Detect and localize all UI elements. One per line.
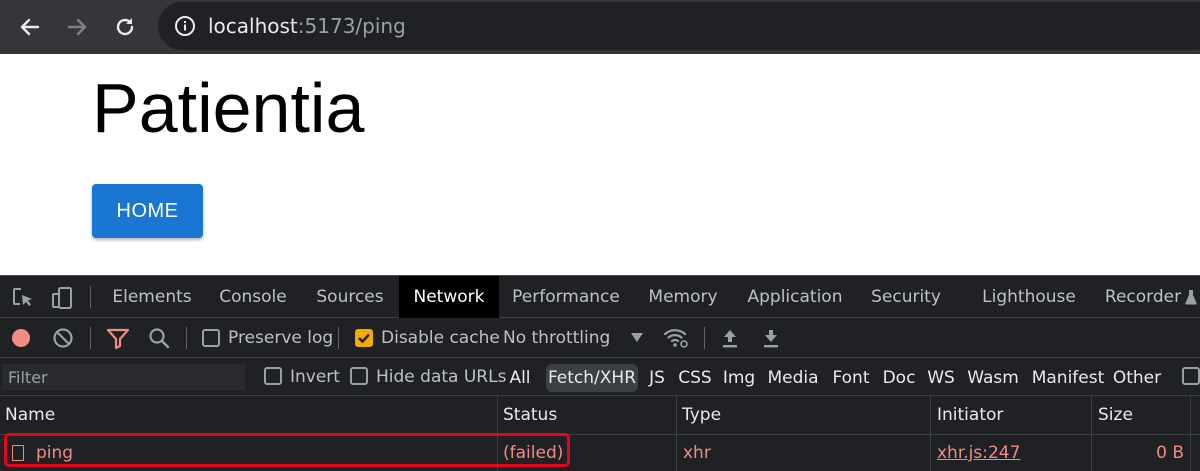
hide-data-urls-label: Hide data URLs [376,367,507,387]
invert-label: Invert [290,367,340,387]
toolbar-separator [338,327,339,349]
blocked-requests-checkbox[interactable] [1182,367,1200,385]
url-host: localhost [208,14,298,38]
browser-toolbar: localhost:5173/ping [0,0,1200,54]
type-filter-doc[interactable]: Doc [880,364,918,392]
request-type: xhr [683,443,711,463]
type-filter-all[interactable]: All [503,364,537,392]
table-row[interactable]: ping (failed) xhr xhr.js:247 0 B [0,435,1200,471]
page-viewport: Patientia HOME [0,54,1200,275]
tab-memory[interactable]: Memory [640,276,726,318]
type-filter-wasm[interactable]: Wasm [964,364,1022,392]
search-icon[interactable] [148,327,170,349]
network-conditions-icon[interactable] [663,326,689,350]
flask-icon [1185,290,1197,305]
request-size: 0 B [1156,443,1184,463]
column-type[interactable]: Type [677,396,721,435]
tab-network[interactable]: Network [399,276,499,318]
clear-icon[interactable] [52,327,74,349]
preserve-log-label: Preserve log [228,328,334,348]
toolbar-separator [90,327,91,349]
requests-table-header: Name Status Type Initiator Size [0,396,1200,435]
address-bar[interactable]: localhost:5173/ping [158,2,1200,50]
devtools-panel: Elements Console Sources Network Perform… [0,275,1200,471]
filter-input[interactable] [2,364,245,390]
tab-recorder[interactable]: Recorder [1095,276,1191,318]
forward-arrow-icon[interactable] [58,8,96,46]
invert-checkbox[interactable] [264,367,282,385]
disable-cache-checkbox[interactable] [355,329,373,347]
home-button[interactable]: HOME [92,184,203,238]
request-status: (failed) [503,443,564,463]
type-filter-font[interactable]: Font [828,364,874,392]
tab-sources[interactable]: Sources [308,276,392,318]
back-arrow-icon[interactable] [11,8,49,46]
type-filter-img[interactable]: Img [720,364,758,392]
column-size[interactable]: Size [1093,396,1133,435]
type-filter-js[interactable]: JS [644,364,670,392]
url-text: localhost:5173/ping [208,14,406,38]
devtools-tabbar: Elements Console Sources Network Perform… [0,276,1200,318]
preserve-log-checkbox[interactable] [202,329,220,347]
tab-elements[interactable]: Elements [106,276,198,318]
column-status[interactable]: Status [498,396,557,435]
type-filter-ws[interactable]: WS [924,364,958,392]
toolbar-separator [704,327,705,349]
type-filter-fetch-xhr[interactable]: Fetch/XHR [546,364,638,392]
request-initiator-link[interactable]: xhr.js:247 [937,435,1020,471]
document-icon [12,445,24,461]
tab-lighthouse[interactable]: Lighthouse [974,276,1084,318]
page-title: Patientia [92,69,365,147]
type-filter-manifest[interactable]: Manifest [1029,364,1107,392]
tab-console[interactable]: Console [210,276,296,318]
network-filter-bar: Invert Hide data URLs All Fetch/XHR JS C… [0,358,1200,396]
tabbar-separator [90,286,91,308]
info-icon[interactable] [174,15,196,37]
type-filter-css[interactable]: CSS [676,364,714,392]
import-har-icon[interactable] [720,327,740,349]
disable-cache-label: Disable cache [381,328,500,348]
checkmark-icon [358,333,370,344]
filter-icon[interactable] [106,327,130,349]
throttling-select[interactable]: No throttling [503,327,610,349]
tab-performance[interactable]: Performance [506,276,626,318]
reload-icon[interactable] [106,8,144,46]
tab-security[interactable]: Security [865,276,947,318]
column-name[interactable]: Name [0,396,55,435]
url-path: :5173/ping [297,14,406,38]
tab-application[interactable]: Application [738,276,852,318]
export-har-icon[interactable] [761,327,781,349]
type-filter-other[interactable]: Other [1111,364,1163,392]
dropdown-arrow-icon[interactable] [631,333,643,343]
toolbar-separator [186,327,187,349]
type-filter-media[interactable]: Media [765,364,821,392]
hide-data-urls-checkbox[interactable] [350,367,368,385]
device-toolbar-icon[interactable] [50,286,74,310]
column-initiator[interactable]: Initiator [932,396,1003,435]
network-toolbar: Preserve log Disable cache No throttling [0,318,1200,358]
inspect-element-icon[interactable] [11,286,35,310]
record-icon[interactable] [10,327,32,349]
request-name[interactable]: ping [36,435,73,471]
